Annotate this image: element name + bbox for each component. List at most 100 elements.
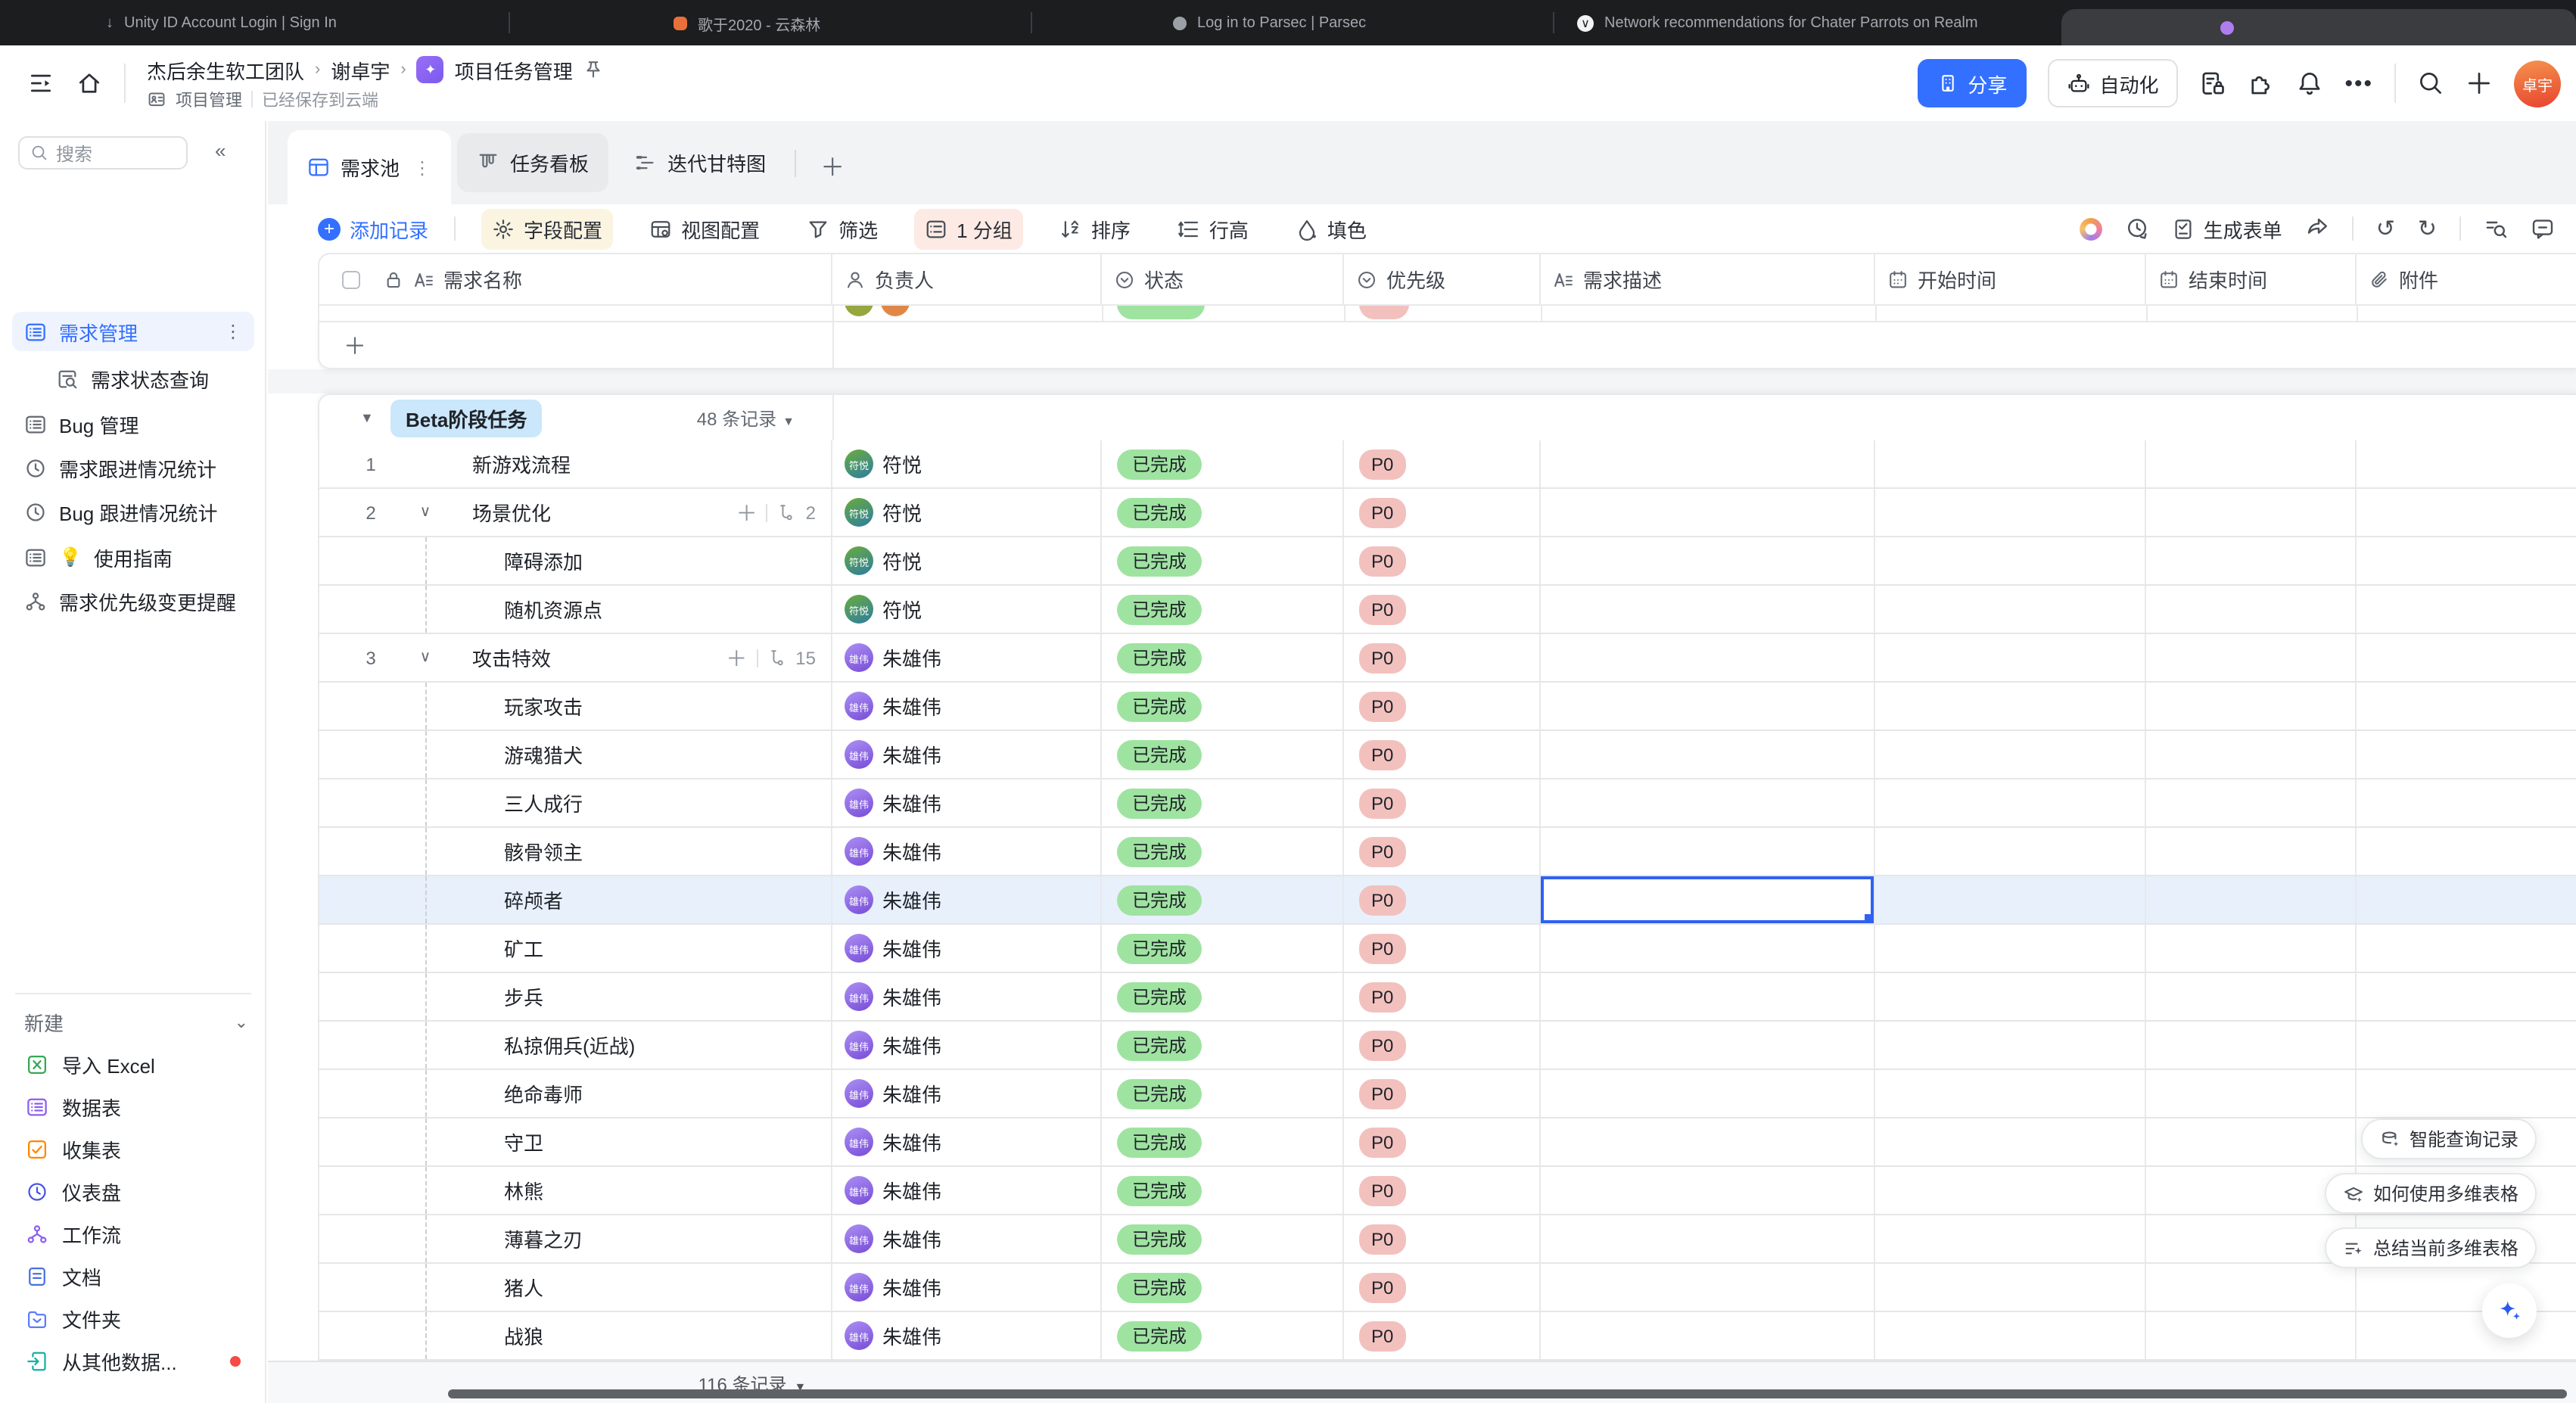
table-row[interactable]: ∨ 步兵 ＋ 雄伟 朱雄伟 已完成 P0 xyxy=(318,973,2576,1022)
search-records-icon[interactable] xyxy=(2484,216,2508,241)
column-header-priority[interactable]: 优先级 xyxy=(1344,254,1541,304)
comment-icon[interactable] xyxy=(2531,216,2555,241)
cell-start-time[interactable] xyxy=(1875,586,2146,633)
cell-status[interactable]: 已完成 xyxy=(1102,683,1344,729)
cell-attachment[interactable] xyxy=(2357,731,2576,778)
cell-end-time[interactable] xyxy=(2146,973,2357,1020)
cell-description[interactable] xyxy=(1541,828,1875,875)
cell-priority[interactable]: P0 xyxy=(1344,925,1541,972)
cell-end-time[interactable] xyxy=(2146,1070,2357,1117)
ai-assistant-button[interactable] xyxy=(2482,1283,2537,1338)
cell-owner[interactable]: 雄伟 朱雄伟 xyxy=(832,1264,1102,1311)
pin-icon[interactable] xyxy=(583,59,605,80)
sidebar-new-from-other-data[interactable]: 从其他数据... xyxy=(12,1341,254,1380)
cell-description[interactable] xyxy=(1541,537,1875,584)
cell-name[interactable]: ∨ 步兵 ＋ xyxy=(319,973,832,1020)
cell-attachment[interactable] xyxy=(2357,586,2576,633)
collapse-group-icon[interactable]: ▼ xyxy=(360,410,374,425)
cell-status[interactable]: 已完成 xyxy=(1102,1312,1344,1359)
cell-priority[interactable]: P0 xyxy=(1344,973,1541,1020)
avatar[interactable]: 卓宇 xyxy=(2514,60,2561,107)
cell-status[interactable]: 已完成 xyxy=(1102,1215,1344,1262)
subtask-controls[interactable]: ＋ 2 xyxy=(736,497,816,527)
group-record-count[interactable]: 48 条记录▼ xyxy=(674,405,795,431)
sidebar-new-dashboard[interactable]: 仪表盘 xyxy=(12,1171,254,1211)
sidebar-item-bug[interactable]: Bug 管理 xyxy=(12,404,254,443)
cell-description[interactable] xyxy=(1541,1312,1875,1359)
cell-end-time[interactable] xyxy=(2146,586,2357,633)
cell-name[interactable]: ∨ 玩家攻击 ＋ xyxy=(319,683,832,729)
tab-iteration-gantt[interactable]: 迭代甘特图 xyxy=(614,133,786,192)
cell-description[interactable] xyxy=(1541,489,1875,536)
column-header-name[interactable]: 需求名称 xyxy=(319,254,832,304)
column-header-start-time[interactable]: 开始时间 xyxy=(1875,254,2146,304)
cell-start-time[interactable] xyxy=(1875,876,2146,923)
cell-status[interactable]: 已完成 xyxy=(1102,925,1344,972)
cell-name[interactable]: 3 ∨ 攻击特效 ＋ 15 xyxy=(319,634,832,681)
cell-description[interactable] xyxy=(1541,731,1875,778)
cell-priority[interactable]: P0 xyxy=(1344,731,1541,778)
cell-attachment[interactable] xyxy=(2357,828,2576,875)
cell-start-time[interactable] xyxy=(1875,1312,2146,1359)
cell-name[interactable]: ∨ 三人成行 ＋ xyxy=(319,779,832,826)
widget-icon[interactable] xyxy=(2248,70,2275,97)
cell-end-time[interactable] xyxy=(2146,1264,2357,1311)
cell-start-time[interactable] xyxy=(1875,683,2146,729)
cell-status[interactable]: 已完成 xyxy=(1102,440,1344,487)
fill-color-button[interactable]: 填色 xyxy=(1285,208,1377,249)
cell-priority[interactable]: P0 xyxy=(1344,1167,1541,1214)
cell-name[interactable]: ∨ 林熊 ＋ xyxy=(319,1167,832,1214)
add-record-row[interactable]: ＋ xyxy=(318,322,2576,369)
table-row[interactable]: ∨ 随机资源点 ＋ 符悦 符悦 已完成 P0 xyxy=(318,586,2576,634)
table-row[interactable]: 3 ∨ 攻击特效 ＋ 15 雄伟 朱雄伟 已完成 P0 xyxy=(318,634,2576,683)
cell-priority[interactable]: P0 xyxy=(1344,634,1541,681)
cell-name[interactable]: ∨ 守卫 ＋ xyxy=(319,1118,832,1165)
cell-status[interactable]: 已完成 xyxy=(1102,1118,1344,1165)
expand-chevron-icon[interactable]: ∨ xyxy=(407,504,443,521)
project-label[interactable]: 项目管理 xyxy=(176,87,242,111)
new-section-header[interactable]: 新建 ⌄ xyxy=(24,1008,248,1037)
select-all-checkbox[interactable] xyxy=(342,270,360,288)
column-header-owner[interactable]: 负责人 xyxy=(832,254,1102,304)
cell-name[interactable]: ∨ 猪人 ＋ xyxy=(319,1264,832,1311)
table-row[interactable]: ∨ 骸骨领主 ＋ 雄伟 朱雄伟 已完成 P0 xyxy=(318,828,2576,876)
cell-description[interactable] xyxy=(1541,1022,1875,1069)
column-header-end-time[interactable]: 结束时间 xyxy=(2146,254,2357,304)
table-row[interactable]: ∨ 三人成行 ＋ 雄伟 朱雄伟 已完成 P0 xyxy=(318,779,2576,828)
cell-start-time[interactable] xyxy=(1875,1167,2146,1214)
new-doc-icon[interactable] xyxy=(2466,70,2493,97)
table-row[interactable]: ∨ 游魂猎犬 ＋ 雄伟 朱雄伟 已完成 P0 xyxy=(318,731,2576,779)
group-button[interactable]: 1 分组 xyxy=(914,208,1023,249)
browser-tab-active[interactable] xyxy=(2061,9,2576,45)
cell-attachment[interactable] xyxy=(2357,973,2576,1020)
column-header-status[interactable]: 状态 xyxy=(1102,254,1344,304)
cell-start-time[interactable] xyxy=(1875,828,2146,875)
table-row[interactable]: ∨ 林熊 ＋ 雄伟 朱雄伟 已完成 P0 xyxy=(318,1167,2576,1215)
column-header-description[interactable]: 需求描述 xyxy=(1541,254,1875,304)
cell-owner[interactable]: 雄伟 朱雄伟 xyxy=(832,876,1102,923)
cell-end-time[interactable] xyxy=(2146,683,2357,729)
add-view-icon[interactable]: ＋ xyxy=(820,147,845,183)
cell-start-time[interactable] xyxy=(1875,1215,2146,1262)
doc-permission-icon[interactable] xyxy=(2199,70,2226,97)
cell-description[interactable] xyxy=(1541,779,1875,826)
cell-priority[interactable]: P0 xyxy=(1344,1264,1541,1311)
cell-description[interactable] xyxy=(1541,1167,1875,1214)
search-icon[interactable] xyxy=(2417,70,2444,97)
item-menu-icon[interactable]: ⋮ xyxy=(224,321,242,342)
table-row[interactable]: ∨ 碎颅者 ＋ 雄伟 朱雄伟 已完成 P0 xyxy=(318,876,2576,925)
breadcrumb-user[interactable]: 谢卓宇 xyxy=(331,55,390,84)
generate-form-button[interactable]: 生成表单 xyxy=(2172,208,2282,249)
cell-owner[interactable]: 雄伟 朱雄伟 xyxy=(832,634,1102,681)
cell-status[interactable]: 已完成 xyxy=(1102,1070,1344,1117)
cell-name[interactable]: ∨ 战狼 ＋ xyxy=(319,1312,832,1359)
cell-description[interactable] xyxy=(1541,1070,1875,1117)
automation-button[interactable]: 自动化 xyxy=(2048,59,2178,107)
cell-start-time[interactable] xyxy=(1875,731,2146,778)
table-row[interactable]: ∨ 绝命毒师 ＋ 雄伟 朱雄伟 已完成 P0 xyxy=(318,1070,2576,1118)
cell-end-time[interactable] xyxy=(2146,1022,2357,1069)
cell-start-time[interactable] xyxy=(1875,1070,2146,1117)
cell-end-time[interactable] xyxy=(2146,634,2357,681)
cell-owner[interactable]: 雄伟 朱雄伟 xyxy=(832,1022,1102,1069)
cell-name[interactable]: ∨ 私掠佣兵(近战) ＋ xyxy=(319,1022,832,1069)
